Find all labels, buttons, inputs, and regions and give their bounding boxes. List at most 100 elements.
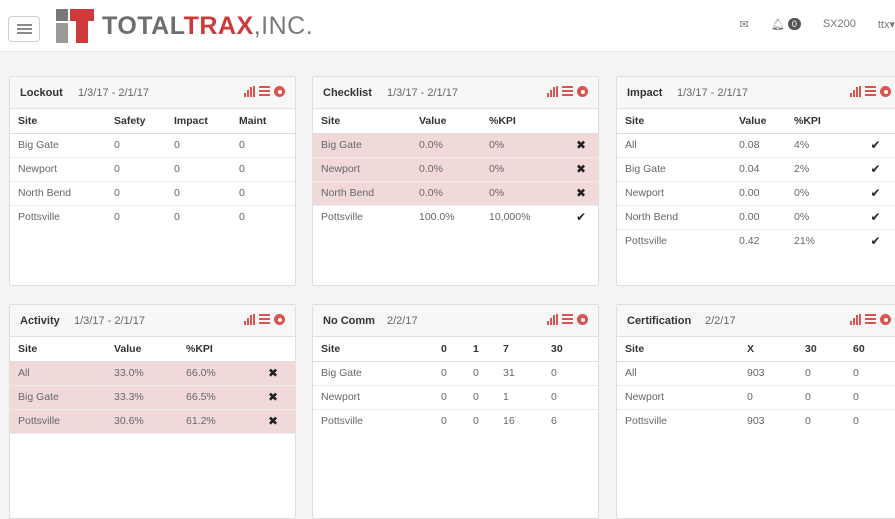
date-range: 1/3/17 - 2/1/17 bbox=[78, 87, 149, 99]
table-row[interactable]: Pottsville 100.0% 10,000% ✔ bbox=[313, 205, 598, 229]
date-range: 2/2/17 bbox=[387, 315, 418, 327]
col-header: Site bbox=[617, 337, 739, 362]
date-range: 1/3/17 - 2/1/17 bbox=[74, 315, 145, 327]
fail-icon: ✖ bbox=[556, 157, 598, 182]
panel-header: Impact 1/3/17 - 2/1/17 bbox=[617, 77, 895, 109]
bar-chart-icon[interactable] bbox=[850, 86, 861, 97]
bar-chart-icon[interactable] bbox=[244, 86, 255, 97]
col-header: Value bbox=[411, 109, 481, 134]
table-row[interactable]: Pottsville 0 0 0 bbox=[10, 205, 295, 229]
bar-chart-icon[interactable] bbox=[547, 314, 558, 325]
hamburger-icon bbox=[17, 24, 32, 26]
gear-icon[interactable] bbox=[274, 314, 285, 325]
col-header: %KPI bbox=[786, 109, 846, 134]
table-row[interactable]: Big Gate 0 0 31 0 bbox=[313, 361, 598, 386]
col-header: Site bbox=[617, 109, 731, 134]
gear-icon[interactable] bbox=[577, 314, 588, 325]
checklist-table: Site Value %KPI Big Gate 0.0% 0% ✖ Newport 0… bbox=[313, 109, 598, 229]
impact-table: Site Value %KPI All 0.08 4% ✔ Big Gate 0.04 2… bbox=[617, 109, 895, 253]
panel-lockout: Lockout 1/3/17 - 2/1/17 Site Safety Impa… bbox=[9, 76, 296, 286]
company-logo[interactable]: TOTALTRAX,INC. bbox=[56, 8, 313, 44]
col-header: 1 bbox=[465, 337, 495, 362]
bar-chart-icon[interactable] bbox=[547, 86, 558, 97]
table-row[interactable]: North Bend 0.0% 0% ✖ bbox=[313, 181, 598, 206]
list-icon[interactable] bbox=[562, 314, 573, 325]
user-menu[interactable]: ttx▾ bbox=[878, 18, 895, 31]
check-icon: ✔ bbox=[846, 157, 895, 182]
col-header: 0 bbox=[433, 337, 465, 362]
notification-badge: 0 bbox=[787, 18, 801, 30]
gear-icon[interactable] bbox=[274, 86, 285, 97]
bell-icon: 🔔︎ bbox=[770, 18, 785, 31]
device-selector[interactable]: SX200 bbox=[823, 18, 856, 30]
table-row[interactable]: Big Gate 0.04 2% ✔ bbox=[617, 157, 895, 182]
col-header bbox=[846, 109, 895, 134]
check-icon: ✔ bbox=[846, 133, 895, 158]
check-icon: ✔ bbox=[575, 210, 587, 225]
mail-button[interactable]: ✉ bbox=[740, 18, 749, 31]
col-header: Safety bbox=[106, 109, 166, 134]
panel-title: Impact bbox=[627, 87, 663, 99]
list-icon[interactable] bbox=[865, 86, 876, 97]
col-header: X bbox=[739, 337, 797, 362]
list-icon[interactable] bbox=[259, 86, 270, 97]
panel-certification: Certification 2/2/17 Site X 30 60 All 903… bbox=[616, 304, 895, 519]
col-header: Site bbox=[313, 337, 433, 362]
table-row[interactable]: Newport 0.0% 0% ✖ bbox=[313, 157, 598, 182]
notifications-button[interactable]: 🔔︎ 0 bbox=[771, 18, 801, 31]
date-range: 2/2/17 bbox=[705, 315, 736, 327]
fail-icon: ✖ bbox=[556, 181, 598, 206]
check-icon: ✔ bbox=[870, 234, 881, 249]
gear-icon[interactable] bbox=[880, 314, 891, 325]
panel-title: No Comm bbox=[323, 315, 375, 327]
table-row[interactable]: Big Gate 0 0 0 bbox=[10, 133, 295, 158]
list-icon[interactable] bbox=[259, 314, 270, 325]
table-row[interactable]: North Bend 0.00 0% ✔ bbox=[617, 205, 895, 230]
table-row[interactable]: North Bend 0 0 0 bbox=[10, 181, 295, 206]
table-row[interactable]: All 903 0 0 bbox=[617, 361, 895, 386]
lockout-table: Site Safety Impact Maint Big Gate 0 0 0 New… bbox=[10, 109, 295, 229]
col-header: 30 bbox=[543, 337, 598, 362]
date-range: 1/3/17 - 2/1/17 bbox=[677, 87, 748, 99]
table-row[interactable]: Pottsville 903 0 0 bbox=[617, 409, 895, 433]
header-actions: ✉ 🔔︎ 0 SX200 ttx▾ bbox=[718, 14, 895, 34]
panel-header: Activity 1/3/17 - 2/1/17 bbox=[10, 305, 295, 337]
table-row[interactable]: Newport 0 0 1 0 bbox=[313, 385, 598, 410]
table-row[interactable]: Pottsville 30.6% 61.2% ✖ bbox=[10, 409, 296, 434]
panel-activity: Activity 1/3/17 - 2/1/17 Site Value %KPI… bbox=[9, 304, 296, 519]
bar-chart-icon[interactable] bbox=[244, 314, 255, 325]
menu-toggle-button[interactable] bbox=[8, 16, 40, 42]
certification-table: Site X 30 60 All 903 0 0 Newport 0 0 0 Pottsvi… bbox=[617, 337, 895, 433]
col-header bbox=[242, 337, 296, 362]
table-row[interactable]: Newport 0 0 0 bbox=[617, 385, 895, 410]
bar-chart-icon[interactable] bbox=[850, 314, 861, 325]
mail-icon: ✉ bbox=[739, 18, 749, 31]
panel-header: Checklist 1/3/17 - 2/1/17 bbox=[313, 77, 598, 109]
panel-checklist: Checklist 1/3/17 - 2/1/17 Site Value %KP… bbox=[312, 76, 599, 286]
panel-no-comm: No Comm 2/2/17 Site 0 1 7 30 Big Gate 0 0 3… bbox=[312, 304, 599, 519]
panel-title: Activity bbox=[20, 315, 60, 327]
col-header: %KPI bbox=[178, 337, 242, 362]
col-header: Value bbox=[106, 337, 178, 362]
panel-title: Checklist bbox=[323, 87, 372, 99]
gear-icon[interactable] bbox=[880, 86, 891, 97]
fail-icon: ✖ bbox=[242, 385, 296, 410]
table-row[interactable]: Newport 0.00 0% ✔ bbox=[617, 181, 895, 206]
logo-text-main: TOTAL bbox=[102, 11, 184, 40]
table-row[interactable]: Big Gate 0.0% 0% ✖ bbox=[313, 133, 598, 158]
col-header: Site bbox=[10, 337, 106, 362]
table-row[interactable]: Pottsville 0.42 21% ✔ bbox=[617, 229, 895, 253]
list-icon[interactable] bbox=[562, 86, 573, 97]
table-row[interactable]: All 0.08 4% ✔ bbox=[617, 133, 895, 158]
table-row[interactable]: All 33.0% 66.0% ✖ bbox=[10, 361, 296, 386]
panel-header: No Comm 2/2/17 bbox=[313, 305, 598, 337]
gear-icon[interactable] bbox=[577, 86, 588, 97]
table-row[interactable]: Pottsville 0 0 16 6 bbox=[313, 409, 598, 433]
logo-text-accent: TRAX bbox=[183, 11, 254, 40]
list-icon[interactable] bbox=[865, 314, 876, 325]
panel-impact: Impact 1/3/17 - 2/1/17 Site Value %KPI A… bbox=[616, 76, 895, 286]
col-header: 60 bbox=[845, 337, 895, 362]
col-header: Maint bbox=[231, 109, 295, 134]
table-row[interactable]: Big Gate 33.3% 66.5% ✖ bbox=[10, 385, 296, 410]
table-row[interactable]: Newport 0 0 0 bbox=[10, 157, 295, 182]
